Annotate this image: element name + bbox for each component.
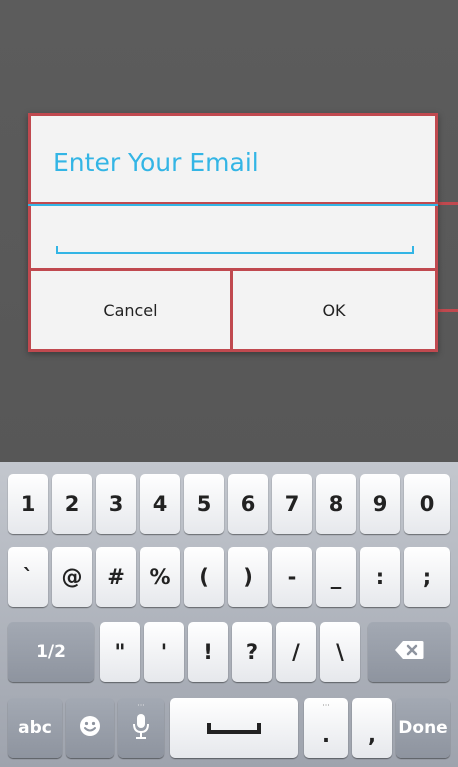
- done-key[interactable]: Done: [396, 698, 450, 758]
- key-exclamation[interactable]: !: [188, 622, 228, 682]
- key-close-paren[interactable]: ): [228, 547, 268, 607]
- abc-key[interactable]: abc: [8, 698, 62, 758]
- key-8[interactable]: 8: [316, 474, 356, 534]
- symbols-page-toggle[interactable]: 1/2: [8, 622, 94, 682]
- key-3[interactable]: 3: [96, 474, 136, 534]
- key-open-paren[interactable]: (: [184, 547, 224, 607]
- key-at[interactable]: @: [52, 547, 92, 607]
- key-hash[interactable]: #: [96, 547, 136, 607]
- key-4[interactable]: 4: [140, 474, 180, 534]
- key-colon[interactable]: :: [360, 547, 400, 607]
- key-1[interactable]: 1: [8, 474, 48, 534]
- key-6[interactable]: 6: [228, 474, 268, 534]
- key-percent[interactable]: %: [140, 547, 180, 607]
- key-question[interactable]: ?: [232, 622, 272, 682]
- key-backslash[interactable]: \: [320, 622, 360, 682]
- annotation-line-title: [438, 202, 458, 205]
- smiley-icon: [79, 715, 101, 742]
- input-underline-right: [412, 246, 414, 254]
- space-bar[interactable]: [170, 698, 298, 758]
- backspace-key[interactable]: [368, 622, 450, 682]
- key-5[interactable]: 5: [184, 474, 224, 534]
- email-input[interactable]: [56, 224, 414, 250]
- key-double-quote[interactable]: ": [100, 622, 140, 682]
- key-2[interactable]: 2: [52, 474, 92, 534]
- dialog-title: Enter Your Email: [53, 148, 259, 177]
- more-dots: ···: [137, 701, 145, 710]
- email-dialog: Enter Your Email Cancel OK: [28, 113, 438, 352]
- key-0[interactable]: 0: [404, 474, 450, 534]
- period-key[interactable]: ··· .: [304, 698, 348, 758]
- ok-button[interactable]: OK: [230, 268, 438, 352]
- space-bar-icon: [207, 716, 261, 740]
- comma-label: ,: [368, 723, 376, 747]
- backspace-icon: [394, 640, 424, 665]
- period-label: .: [322, 723, 330, 747]
- soft-keyboard: 1 2 3 4 5 6 7 8 9 0 ` @ # % ( ) - _ : ; …: [0, 462, 458, 767]
- key-semicolon[interactable]: ;: [404, 547, 450, 607]
- annotation-line-buttons: [438, 309, 458, 312]
- more-dots: ···: [322, 701, 330, 710]
- input-region: [28, 206, 438, 268]
- microphone-icon: [132, 712, 150, 745]
- key-underscore[interactable]: _: [316, 547, 356, 607]
- key-7[interactable]: 7: [272, 474, 312, 534]
- cancel-button[interactable]: Cancel: [28, 268, 233, 352]
- dialog-title-region: Enter Your Email: [28, 113, 438, 205]
- key-slash[interactable]: /: [276, 622, 316, 682]
- key-hyphen[interactable]: -: [272, 547, 312, 607]
- key-9[interactable]: 9: [360, 474, 400, 534]
- key-backtick[interactable]: `: [8, 547, 48, 607]
- key-apostrophe[interactable]: ': [144, 622, 184, 682]
- emoji-key[interactable]: [66, 698, 114, 758]
- voice-input-key[interactable]: ···: [118, 698, 164, 758]
- input-underline: [56, 252, 414, 254]
- comma-key[interactable]: ,: [352, 698, 392, 758]
